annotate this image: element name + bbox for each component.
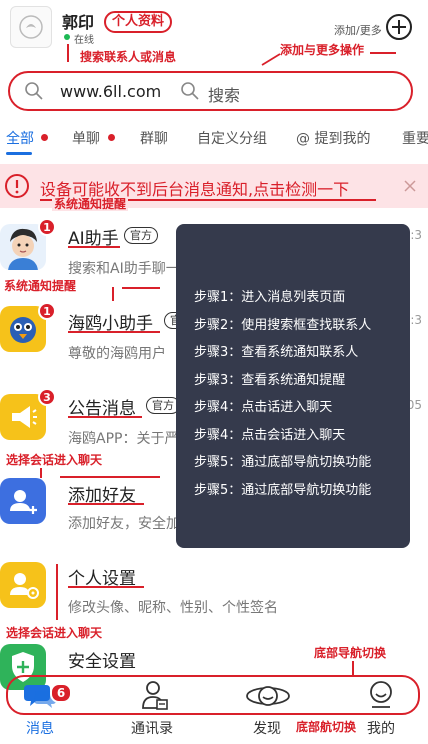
username[interactable]: 郭印 (62, 9, 94, 33)
annotation-arrow (56, 564, 58, 620)
tab-all[interactable]: 全部 (6, 128, 34, 148)
user-avatar[interactable] (10, 6, 52, 48)
step-item: 步骤4：点击会话进入聊天 (194, 428, 346, 443)
add-user-icon[interactable] (0, 478, 46, 524)
close-icon[interactable] (404, 180, 416, 192)
search-url-text[interactable]: www.6ll.com (60, 82, 161, 101)
annotation-arrow (122, 287, 160, 289)
nav-contacts[interactable]: 通讯录 (131, 718, 173, 738)
conversation-preview: 尊敬的海鸥用户 (68, 346, 166, 362)
annotation-underline (68, 586, 144, 588)
annotation-bottom-nav: 底部航切换 (296, 720, 357, 734)
step-item: 步骤1：进入消息列表页面 (194, 290, 346, 305)
annotation-search-contacts: 搜索联系人或消息 (80, 50, 177, 64)
step-item: 步骤3：查看系统通知联系人 (194, 345, 359, 360)
planet-icon[interactable] (245, 683, 291, 709)
step-item: 步骤5：通过底部导航切换功能 (194, 455, 372, 470)
add-more-plus-icon[interactable] (386, 14, 412, 40)
search-icon (181, 82, 199, 100)
tab-important[interactable]: 重要 (402, 128, 428, 148)
conversation-preview: 修改头像、昵称、性别、个性签名 (68, 600, 278, 616)
step-item: 步骤4：点击话进入聊天 (194, 400, 333, 415)
annotation-arrow (112, 287, 114, 301)
annotation-arrow (60, 476, 160, 478)
annotation-bottom-nav: 底部导航切换 (314, 646, 387, 660)
tab-custom-group[interactable]: 自定义分组 (197, 128, 267, 148)
official-tag: 官方 (124, 227, 158, 244)
annotation-underline (68, 416, 142, 418)
contacts-icon[interactable] (141, 680, 169, 710)
annotation-arrow (352, 661, 354, 675)
online-status-dot (64, 34, 70, 40)
step-item: 步骤3：查看系统通知提醒 (194, 373, 346, 388)
annotation-arrow (67, 44, 69, 62)
unread-badge: 1 (38, 218, 56, 236)
tab-single-chat-dot (108, 134, 115, 141)
unread-badge: 3 (38, 388, 56, 406)
annotation-add-more-ops: 添加与更多操作 (280, 43, 365, 57)
tab-group-chat[interactable]: 群聊 (140, 128, 168, 148)
nav-messages[interactable]: 消息 (26, 718, 54, 738)
annotation-underline (68, 331, 160, 333)
search-icon (25, 82, 43, 100)
step-item: 步骤5：通过底部导航切换功能 (194, 483, 372, 498)
unread-badge: 1 (38, 302, 56, 320)
annotation-underline (68, 246, 120, 248)
tab-all-dot (41, 134, 48, 141)
official-tag: 官方 (146, 397, 180, 414)
step-item: 步骤2：使用搜索框查找联系人 (194, 318, 372, 333)
annotation-arrow (261, 53, 281, 66)
tab-single-chat[interactable]: 单聊 (72, 128, 100, 148)
annotation-arrow (40, 468, 42, 478)
unread-badge: 6 (50, 683, 72, 703)
conversation-preview: 海鸥APP：关于严 (68, 431, 179, 447)
annotation-system-notice: 系统通知提醒 (52, 197, 129, 211)
warning-icon (5, 174, 29, 198)
nav-discover[interactable]: 发现 (253, 718, 281, 738)
online-status-text: 在线 (74, 35, 94, 46)
annotation-personal-info: 个人资料 (104, 11, 173, 33)
tab-mentions[interactable]: @ 提到我的 (296, 128, 370, 148)
nav-mine[interactable]: 我的 (367, 718, 395, 738)
smiley-user-icon[interactable] (368, 680, 394, 710)
annotation-system-notice: 系统通知提醒 (4, 279, 77, 293)
tab-active-indicator (6, 152, 32, 155)
search-input[interactable]: 搜索 (208, 82, 240, 106)
annotation-arrow (370, 52, 396, 54)
user-settings-icon[interactable] (0, 562, 46, 608)
conversation-title[interactable]: 安全设置 (68, 647, 136, 672)
annotation-select-chat: 选择会话进入聊天 (6, 626, 103, 640)
annotation-select-chat: 选择会话进入聊天 (6, 453, 103, 467)
annotation-underline (68, 503, 144, 505)
add-more-label[interactable]: 添加/更多 (334, 22, 382, 38)
logo-icon (19, 15, 43, 39)
